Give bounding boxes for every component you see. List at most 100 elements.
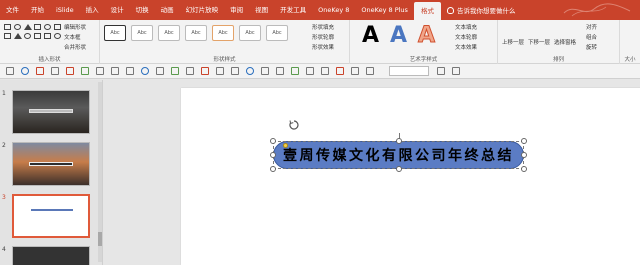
tab-format[interactable]: 格式 bbox=[413, 2, 441, 20]
crop-icon[interactable] bbox=[246, 67, 254, 75]
align-center-icon[interactable] bbox=[111, 67, 119, 75]
resize-handle-bottom[interactable] bbox=[396, 166, 402, 172]
resize-handle-top-left[interactable] bbox=[270, 138, 276, 144]
shape-effects-button[interactable]: 形状效果 bbox=[312, 43, 334, 51]
font-icon[interactable] bbox=[321, 67, 329, 75]
align-left-icon[interactable] bbox=[96, 67, 104, 75]
undo-icon[interactable] bbox=[21, 67, 29, 75]
tab-onekey8-plus[interactable]: OneKey 8 Plus bbox=[355, 0, 414, 20]
wordart-style-orange[interactable]: A bbox=[417, 23, 435, 49]
resize-handle-right[interactable] bbox=[521, 152, 527, 158]
tab-insert[interactable]: 插入 bbox=[80, 0, 105, 20]
redo-icon[interactable] bbox=[36, 67, 44, 75]
resize-handle-top[interactable] bbox=[396, 138, 402, 144]
style-preset-1[interactable]: Abc bbox=[104, 25, 126, 41]
oval-shape-icon[interactable] bbox=[14, 24, 21, 30]
rotate-handle-icon[interactable] bbox=[289, 120, 299, 130]
group-icon[interactable] bbox=[216, 67, 224, 75]
present-icon[interactable] bbox=[51, 67, 59, 75]
text-effects-button[interactable]: 文本效果 bbox=[455, 43, 477, 51]
highlight-icon[interactable] bbox=[336, 67, 344, 75]
line-shape-icon[interactable] bbox=[34, 24, 41, 30]
resize-handle-bottom-right[interactable] bbox=[521, 166, 527, 172]
tab-islide[interactable]: iSlide bbox=[50, 0, 80, 20]
text-box-button[interactable]: 文本框 bbox=[64, 33, 81, 41]
shape-styles-gallery[interactable]: Abc Abc Abc Abc Abc Abc Abc bbox=[104, 25, 293, 41]
align-button[interactable]: 对齐 bbox=[586, 23, 597, 31]
style-preset-7[interactable]: Abc bbox=[266, 25, 288, 41]
text-outline-button[interactable]: 文本轮廓 bbox=[455, 33, 477, 41]
slide-thumbnail-3[interactable] bbox=[12, 194, 90, 238]
edit-shape-button[interactable]: 编辑形状 bbox=[64, 23, 86, 31]
more-shapes-icon[interactable] bbox=[54, 33, 61, 39]
tab-slideshow[interactable]: 幻灯片放映 bbox=[180, 0, 225, 20]
bring-forward-button[interactable]: 上移一层 bbox=[502, 38, 524, 46]
layer-icon[interactable] bbox=[261, 67, 269, 75]
chart-icon[interactable] bbox=[291, 67, 299, 75]
tell-me-search[interactable]: 告诉我你想要做什么 bbox=[446, 5, 515, 15]
distribute-icon[interactable] bbox=[141, 67, 149, 75]
tab-home[interactable]: 开始 bbox=[25, 0, 50, 20]
bracket-shape-icon[interactable] bbox=[54, 24, 61, 30]
adjust-handle[interactable] bbox=[283, 143, 288, 148]
tab-animations[interactable]: 动画 bbox=[155, 0, 180, 20]
wordart-style-blue[interactable]: A bbox=[390, 23, 407, 48]
align-right-icon[interactable] bbox=[126, 67, 134, 75]
group-button[interactable]: 组合 bbox=[586, 33, 597, 41]
style-preset-4[interactable]: Abc bbox=[185, 25, 207, 41]
slide-thumbnail-4[interactable] bbox=[12, 246, 90, 265]
slide-thumbnail-1[interactable] bbox=[12, 90, 90, 134]
brush-icon[interactable] bbox=[66, 67, 74, 75]
shape-fill-button[interactable]: 形状填充 bbox=[312, 23, 334, 31]
zoom-icon[interactable] bbox=[437, 67, 445, 75]
slide-thumbnail-2[interactable] bbox=[12, 142, 90, 186]
resize-handle-left[interactable] bbox=[270, 152, 276, 158]
ungroup-icon[interactable] bbox=[231, 67, 239, 75]
triangle-shape-icon[interactable] bbox=[24, 24, 32, 30]
grid-icon[interactable] bbox=[276, 67, 284, 75]
color-icon[interactable] bbox=[201, 67, 209, 75]
style-preset-6[interactable]: Abc bbox=[239, 25, 261, 41]
table-icon[interactable] bbox=[81, 67, 89, 75]
wordart-style-black[interactable]: A bbox=[362, 23, 379, 48]
more-icon[interactable] bbox=[452, 67, 460, 75]
arc-shape-icon[interactable] bbox=[44, 24, 51, 30]
tab-review[interactable]: 审阅 bbox=[224, 0, 249, 20]
merge-shapes-button[interactable]: 合并形状 bbox=[64, 43, 86, 51]
number-icon[interactable] bbox=[366, 67, 374, 75]
selection-pane-button[interactable]: 选择窗格 bbox=[554, 38, 576, 46]
slide-canvas[interactable] bbox=[181, 88, 640, 265]
bullet-icon[interactable] bbox=[351, 67, 359, 75]
resize-handle-top-right[interactable] bbox=[521, 138, 527, 144]
font-size-box[interactable] bbox=[389, 66, 429, 76]
text-format-icon[interactable] bbox=[156, 67, 164, 75]
rectangle-shape-icon[interactable] bbox=[4, 24, 11, 30]
text-fill-button[interactable]: 文本填充 bbox=[455, 23, 477, 31]
textbox-shape-icon[interactable] bbox=[4, 33, 11, 39]
shape-icon[interactable] bbox=[186, 67, 194, 75]
resize-handle-bottom-left[interactable] bbox=[270, 166, 276, 172]
tab-onekey8[interactable]: OneKey 8 bbox=[312, 0, 355, 20]
style-preset-3[interactable]: Abc bbox=[158, 25, 180, 41]
tab-developer[interactable]: 开发工具 bbox=[274, 0, 312, 20]
star-shape-icon[interactable] bbox=[44, 33, 51, 39]
shapes-gallery[interactable] bbox=[3, 23, 63, 51]
style-preset-2[interactable]: Abc bbox=[131, 25, 153, 41]
shape-outline-button[interactable]: 形状轮廓 bbox=[312, 33, 334, 41]
size-group: 大小 bbox=[620, 20, 640, 64]
rotate-button[interactable]: 旋转 bbox=[586, 43, 597, 51]
tab-transitions[interactable]: 切换 bbox=[130, 0, 155, 20]
tab-view[interactable]: 视图 bbox=[249, 0, 274, 20]
send-backward-button[interactable]: 下移一层 bbox=[528, 38, 550, 46]
arrow-shape-icon[interactable] bbox=[14, 33, 22, 39]
picture-icon[interactable] bbox=[171, 67, 179, 75]
save-icon[interactable] bbox=[6, 67, 14, 75]
style-preset-5[interactable]: Abc bbox=[212, 25, 234, 41]
circle-shape-icon[interactable] bbox=[24, 33, 31, 39]
thumbnails-scrollbar[interactable] bbox=[98, 82, 102, 262]
scrollbar-thumb[interactable] bbox=[98, 232, 102, 246]
link-icon[interactable] bbox=[306, 67, 314, 75]
square-shape-icon[interactable] bbox=[34, 33, 41, 39]
tab-design[interactable]: 设计 bbox=[105, 0, 130, 20]
tab-file[interactable]: 文件 bbox=[0, 0, 25, 20]
